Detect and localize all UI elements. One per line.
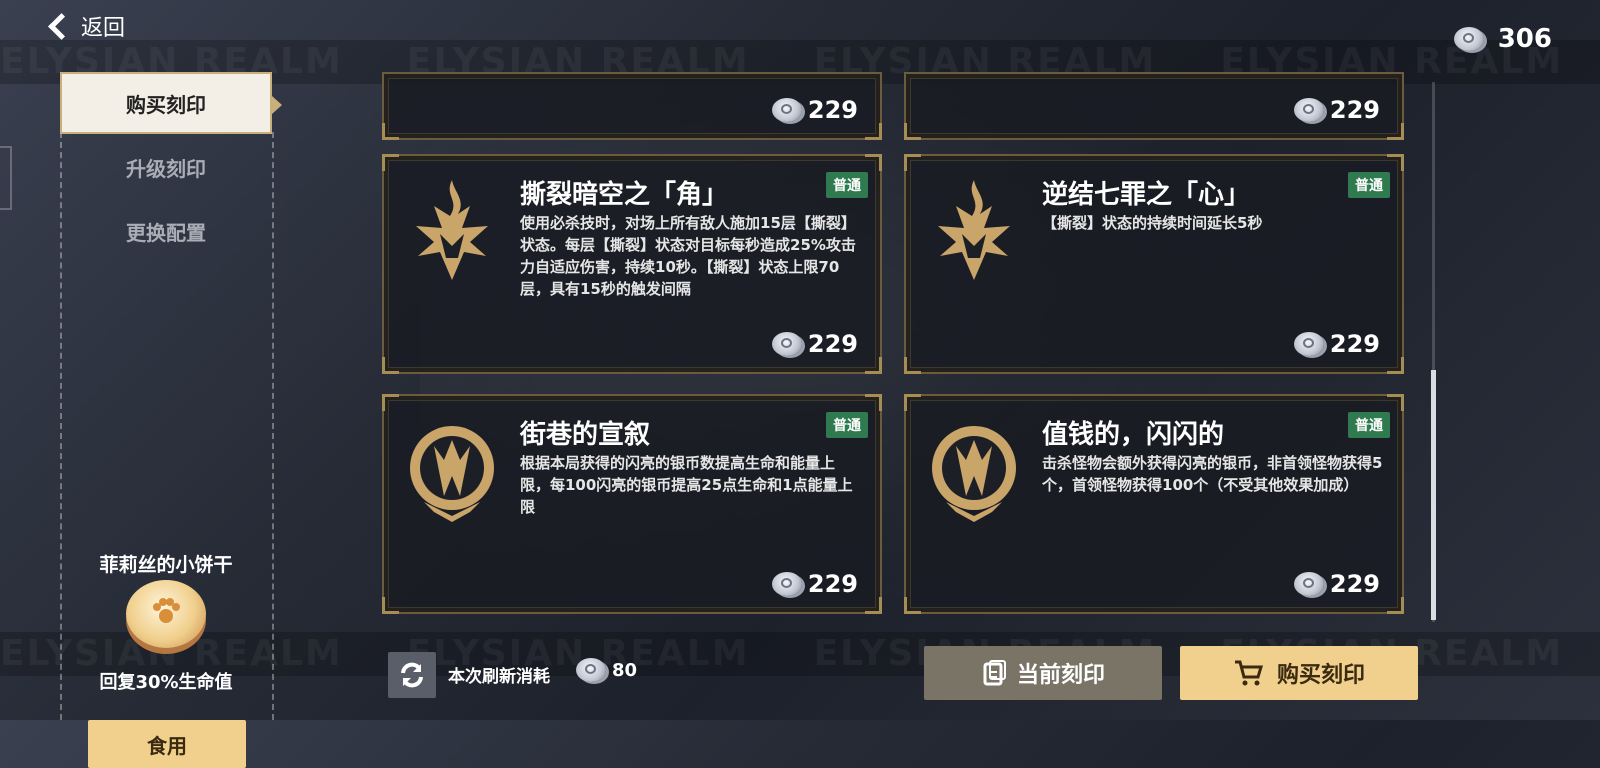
crest-emblem-icon: [410, 426, 494, 522]
back-button[interactable]: 返回: [44, 10, 125, 42]
tab-change-config[interactable]: 更换配置: [60, 206, 272, 256]
card-description: 【撕裂】状态的持续时间延长5秒: [1042, 214, 1263, 232]
scrollbar-thumb[interactable]: [1431, 370, 1436, 620]
price-tag: 229: [1293, 96, 1380, 124]
current-stigma-button[interactable]: 当前刻印: [924, 646, 1162, 700]
crest-emblem-icon: [932, 426, 1016, 522]
cards-icon: [983, 660, 1006, 686]
silver-coin-icon: [576, 658, 606, 682]
sidebar-divider-right: [272, 132, 274, 720]
stigma-card-street[interactable]: 街巷的宣叙 普通 根据本局获得的闪亮的银币数提高生命和能量上限，每100闪亮的银…: [382, 394, 882, 614]
price-value: 229: [1329, 96, 1380, 124]
chevron-left-icon: [48, 12, 75, 40]
refresh-icon: [401, 662, 423, 688]
refresh-button[interactable]: [388, 652, 436, 698]
consumable-desc: 回复30%生命值: [99, 672, 233, 693]
stigma-card-heart[interactable]: 逆结七罪之「心」 普通 【撕裂】状态的持续时间延长5秒 229: [904, 154, 1404, 374]
refresh-cost-value: 80: [612, 659, 638, 681]
silver-coin-icon: [771, 572, 802, 596]
sidebar: 购买刻印 升级刻印 更换配置 菲莉丝的小饼干 回复30%生命值 食用: [60, 72, 282, 768]
price-tag: 229: [771, 330, 858, 358]
card-description: 使用必杀技时，对场上所有敌人施加15层【撕裂】状态。每层【撕裂】状态对目标每秒造…: [520, 214, 856, 298]
current-stigma-label: 当前刻印: [1016, 663, 1105, 688]
tab-upgrade-stigma-label: 升级刻印: [126, 156, 206, 181]
price-value: 229: [1329, 570, 1380, 598]
tab-buy-stigma[interactable]: 购买刻印: [60, 72, 282, 134]
silver-coin-counter: 306: [1453, 24, 1552, 54]
rarity-badge: 普通: [826, 172, 868, 198]
rarity-badge: 普通: [1348, 412, 1390, 438]
cookie-icon: [126, 580, 206, 648]
price-value: 229: [1329, 330, 1380, 358]
price-tag: 229: [1293, 570, 1380, 598]
side-edge-decoration: [0, 146, 12, 210]
refresh-cost-label: 本次刷新消耗: [448, 667, 550, 687]
tab-buy-stigma-label: 购买刻印: [126, 92, 206, 117]
stigma-card-top-right[interactable]: 229: [904, 72, 1404, 140]
cart-icon: [1234, 660, 1263, 686]
price-tag: 229: [771, 570, 858, 598]
silver-coin-icon: [1293, 98, 1324, 122]
silver-coin-icon: [1293, 332, 1324, 356]
buy-stigma-button[interactable]: 购买刻印: [1180, 646, 1418, 700]
silver-coin-amount: 306: [1497, 24, 1552, 54]
back-label: 返回: [81, 16, 126, 41]
stigma-card-horn[interactable]: 撕裂暗空之「角」 普通 使用必杀技时，对场上所有敌人施加15层【撕裂】状态。每层…: [382, 154, 882, 374]
price-value: 229: [807, 330, 858, 358]
price-tag: 229: [1293, 330, 1380, 358]
card-title: 街巷的宣叙: [520, 420, 651, 450]
heart-emblem-icon: [938, 180, 1010, 280]
silver-coin-icon: [771, 332, 802, 356]
horn-emblem-icon: [416, 180, 488, 280]
silver-coin-icon: [1453, 27, 1484, 51]
price-value: 229: [807, 96, 858, 124]
card-title: 逆结七罪之「心」: [1042, 180, 1251, 210]
stigma-card-shiny[interactable]: 值钱的，闪闪的 普通 击杀怪物会额外获得闪亮的银币，非首领怪物获得5个，首领怪物…: [904, 394, 1404, 614]
rarity-badge: 普通: [1348, 172, 1390, 198]
stigma-card-top-left[interactable]: 229: [382, 72, 882, 140]
tab-change-config-label: 更换配置: [126, 220, 206, 245]
card-description: 击杀怪物会额外获得闪亮的银币，非首领怪物获得5个，首领怪物获得100个（不受其他…: [1042, 454, 1383, 494]
card-title: 撕裂暗空之「角」: [520, 180, 729, 210]
refresh-cost: 80: [576, 658, 637, 682]
silver-coin-icon: [1293, 572, 1324, 596]
card-description: 根据本局获得的闪亮的银币数提高生命和能量上限，每100闪亮的银币提高25点生命和…: [520, 454, 853, 516]
buy-stigma-label: 购买刻印: [1276, 663, 1365, 688]
use-consumable-button[interactable]: 食用: [88, 720, 246, 768]
consumable-title: 菲莉丝的小饼干: [99, 554, 233, 576]
price-tag: 229: [771, 96, 858, 124]
silver-coin-icon: [771, 98, 802, 122]
tab-upgrade-stigma[interactable]: 升级刻印: [60, 142, 272, 192]
price-value: 229: [807, 570, 858, 598]
rarity-badge: 普通: [826, 412, 868, 438]
use-consumable-label: 食用: [147, 733, 187, 758]
card-title: 值钱的，闪闪的: [1042, 420, 1225, 450]
